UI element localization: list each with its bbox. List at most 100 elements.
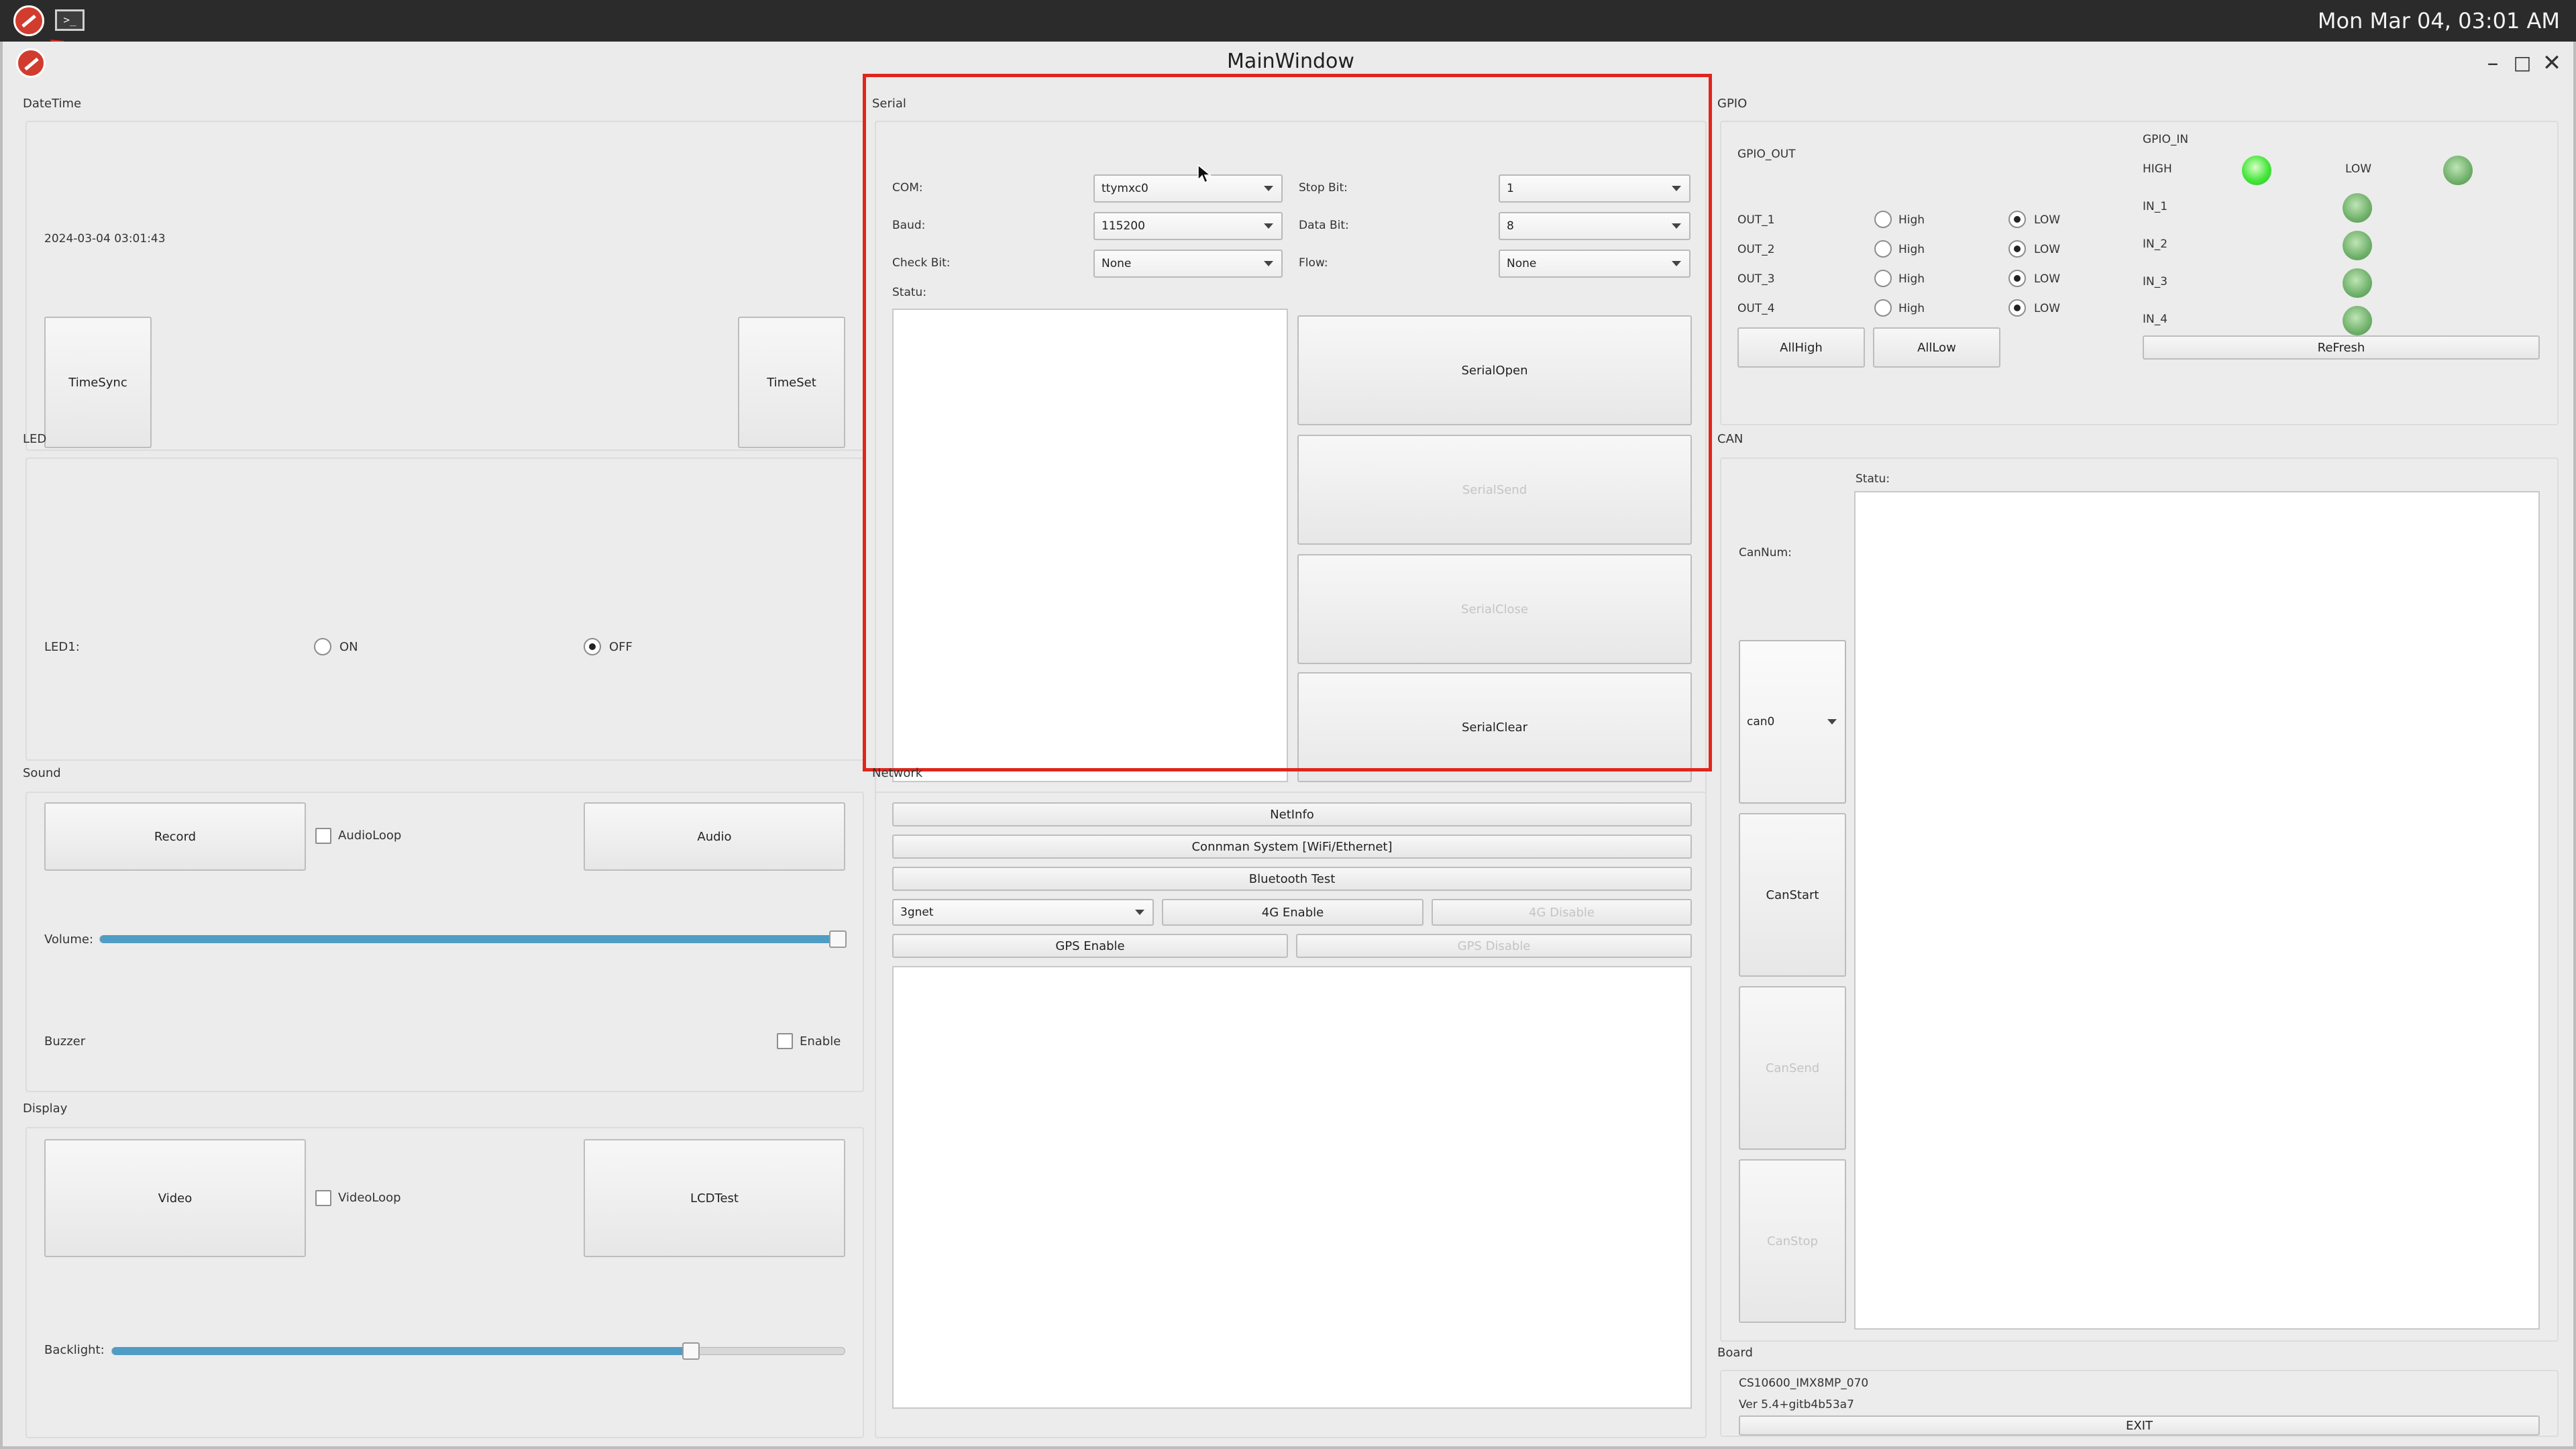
gpio-out1-low-label: LOW — [2034, 213, 2061, 227]
timesync-button[interactable]: TimeSync — [44, 317, 152, 448]
gpio-in1-indicator — [2343, 193, 2372, 223]
gpio-out4-low-radio[interactable] — [2008, 299, 2026, 317]
gpio-out3-low-label: LOW — [2034, 272, 2061, 286]
led-group-title: LED — [23, 432, 47, 446]
led1-label: LED1: — [44, 640, 80, 654]
gpio-out1-low-radio[interactable] — [2008, 211, 2026, 228]
gpio-out4-label: OUT_4 — [1737, 302, 1775, 315]
close-button[interactable]: ✕ — [2538, 50, 2565, 76]
video-button[interactable]: Video — [44, 1139, 306, 1257]
gpio-in-low-label: LOW — [2345, 162, 2372, 176]
gpio-low-indicator — [2443, 156, 2473, 185]
disable-4g-button[interactable]: 4G Disable — [1432, 899, 1692, 926]
board-version: Ver 5.4+gitb4b53a7 — [1739, 1398, 1854, 1411]
gpio-out1-label: OUT_1 — [1737, 213, 1775, 227]
board-group-title: Board — [1717, 1346, 1753, 1360]
gpio-out3-high-radio[interactable] — [1874, 270, 1892, 287]
can-group: Statu: CanNum: can0 CanStart CanSend Can… — [1720, 458, 2559, 1342]
gpio-out3-label: OUT_3 — [1737, 272, 1775, 286]
videoloop-label: VideoLoop — [338, 1191, 401, 1205]
led1-off-label: OFF — [609, 640, 633, 654]
backlight-label: Backlight: — [44, 1343, 105, 1357]
gpio-out1-high-radio[interactable] — [1874, 211, 1892, 228]
record-button[interactable]: Record — [44, 802, 306, 871]
network-group-title: Network — [872, 766, 923, 780]
app-launcher-icon[interactable] — [13, 5, 44, 36]
datetime-group-title: DateTime — [23, 97, 82, 111]
buzzer-enable-checkbox[interactable] — [777, 1033, 793, 1049]
videoloop-checkbox[interactable] — [315, 1190, 331, 1206]
gpio-out2-low-label: LOW — [2034, 243, 2061, 256]
board-group: CS10600_IMX8MP_070 Ver 5.4+gitb4b53a7 EX… — [1720, 1370, 2559, 1437]
network-group: NetInfo Connman System [WiFi/Ethernet] B… — [875, 792, 1707, 1438]
window-app-icon — [16, 48, 46, 78]
bluetooth-test-button[interactable]: Bluetooth Test — [892, 867, 1692, 891]
gpio-group: GPIO_OUT GPIO_IN OUT_1 High LOW OUT_2 Hi… — [1720, 121, 2559, 425]
cannum-combobox[interactable]: can0 — [1739, 640, 1846, 804]
volume-slider-track[interactable] — [99, 935, 845, 943]
can-stop-button[interactable]: CanStop — [1739, 1159, 1846, 1323]
alllow-button[interactable]: AllLow — [1873, 327, 2000, 368]
gpio-out4-high-label: High — [1898, 302, 1925, 315]
gpio-in3-indicator — [2343, 268, 2372, 298]
can-status-textarea[interactable] — [1854, 491, 2540, 1330]
lcdtest-button[interactable]: LCDTest — [584, 1139, 845, 1257]
gpio-in-high-label: HIGH — [2143, 162, 2172, 176]
refresh-button[interactable]: ReFresh — [2143, 335, 2540, 360]
backlight-slider-fill — [112, 1347, 692, 1355]
datetime-value: 2024-03-04 03:01:43 — [44, 232, 166, 246]
gpio-in4-label: IN_4 — [2143, 313, 2168, 326]
gpio-out-title: GPIO_OUT — [1737, 148, 1796, 161]
led1-off-radio[interactable] — [584, 638, 601, 655]
minimize-button[interactable]: – — [2479, 50, 2506, 76]
gps-disable-button[interactable]: GPS Disable — [1296, 934, 1692, 958]
volume-label: Volume: — [44, 932, 94, 947]
gpio-out3-high-label: High — [1898, 272, 1925, 286]
gpio-out2-high-label: High — [1898, 243, 1925, 256]
timeset-button[interactable]: TimeSet — [738, 317, 845, 448]
gpio-out4-high-radio[interactable] — [1874, 299, 1892, 317]
display-group: Video VideoLoop LCDTest Backlight: — [25, 1127, 864, 1438]
gpio-out2-high-radio[interactable] — [1874, 240, 1892, 258]
maximize-button[interactable]: □ — [2509, 50, 2536, 76]
netinfo-button[interactable]: NetInfo — [892, 802, 1692, 826]
gpio-in2-label: IN_2 — [2143, 237, 2168, 251]
audio-button[interactable]: Audio — [584, 802, 845, 871]
enable-4g-button[interactable]: 4G Enable — [1162, 899, 1424, 926]
exit-button[interactable]: EXIT — [1739, 1415, 2540, 1436]
datetime-group: 2024-03-04 03:01:43 TimeSync TimeSet — [25, 121, 864, 451]
volume-slider-fill — [100, 935, 839, 943]
volume-slider-handle[interactable] — [829, 930, 847, 948]
apn-combobox[interactable]: 3gnet — [892, 899, 1154, 926]
backlight-slider-track[interactable] — [111, 1347, 845, 1355]
display-group-title: Display — [23, 1102, 68, 1116]
clock: Mon Mar 04, 03:01 AM — [2317, 8, 2560, 34]
can-send-button[interactable]: CanSend — [1739, 986, 1846, 1150]
can-start-button[interactable]: CanStart — [1739, 813, 1846, 977]
sound-group-title: Sound — [23, 766, 61, 780]
chevron-down-icon — [1827, 719, 1837, 724]
gps-enable-button[interactable]: GPS Enable — [892, 934, 1288, 958]
apn-value: 3gnet — [900, 906, 934, 919]
buzzer-enable-label: Enable — [800, 1034, 841, 1049]
network-output-textarea[interactable] — [892, 966, 1692, 1409]
led-group: LED1: ON OFF — [25, 458, 864, 761]
gpio-high-indicator — [2242, 156, 2271, 185]
gpio-out2-low-radio[interactable] — [2008, 240, 2026, 258]
allhigh-button[interactable]: AllHigh — [1737, 327, 1865, 368]
chevron-down-icon — [1135, 910, 1144, 915]
gpio-group-title: GPIO — [1717, 97, 1748, 111]
top-panel: >_ Mon Mar 04, 03:01 AM — [0, 0, 2576, 42]
backlight-slider-handle[interactable] — [682, 1342, 700, 1360]
gpio-in2-indicator — [2343, 231, 2372, 260]
terminal-icon[interactable]: >_ — [55, 9, 85, 31]
cannum-label: CanNum: — [1739, 546, 1792, 559]
board-model: CS10600_IMX8MP_070 — [1739, 1377, 1869, 1390]
connman-button[interactable]: Connman System [WiFi/Ethernet] — [892, 835, 1692, 859]
can-status-label: Statu: — [1856, 472, 1890, 486]
gpio-in-title: GPIO_IN — [2143, 133, 2189, 146]
gpio-out4-low-label: LOW — [2034, 302, 2061, 315]
gpio-out3-low-radio[interactable] — [2008, 270, 2026, 287]
led1-on-radio[interactable] — [314, 638, 331, 655]
audioloop-checkbox[interactable] — [315, 828, 331, 844]
